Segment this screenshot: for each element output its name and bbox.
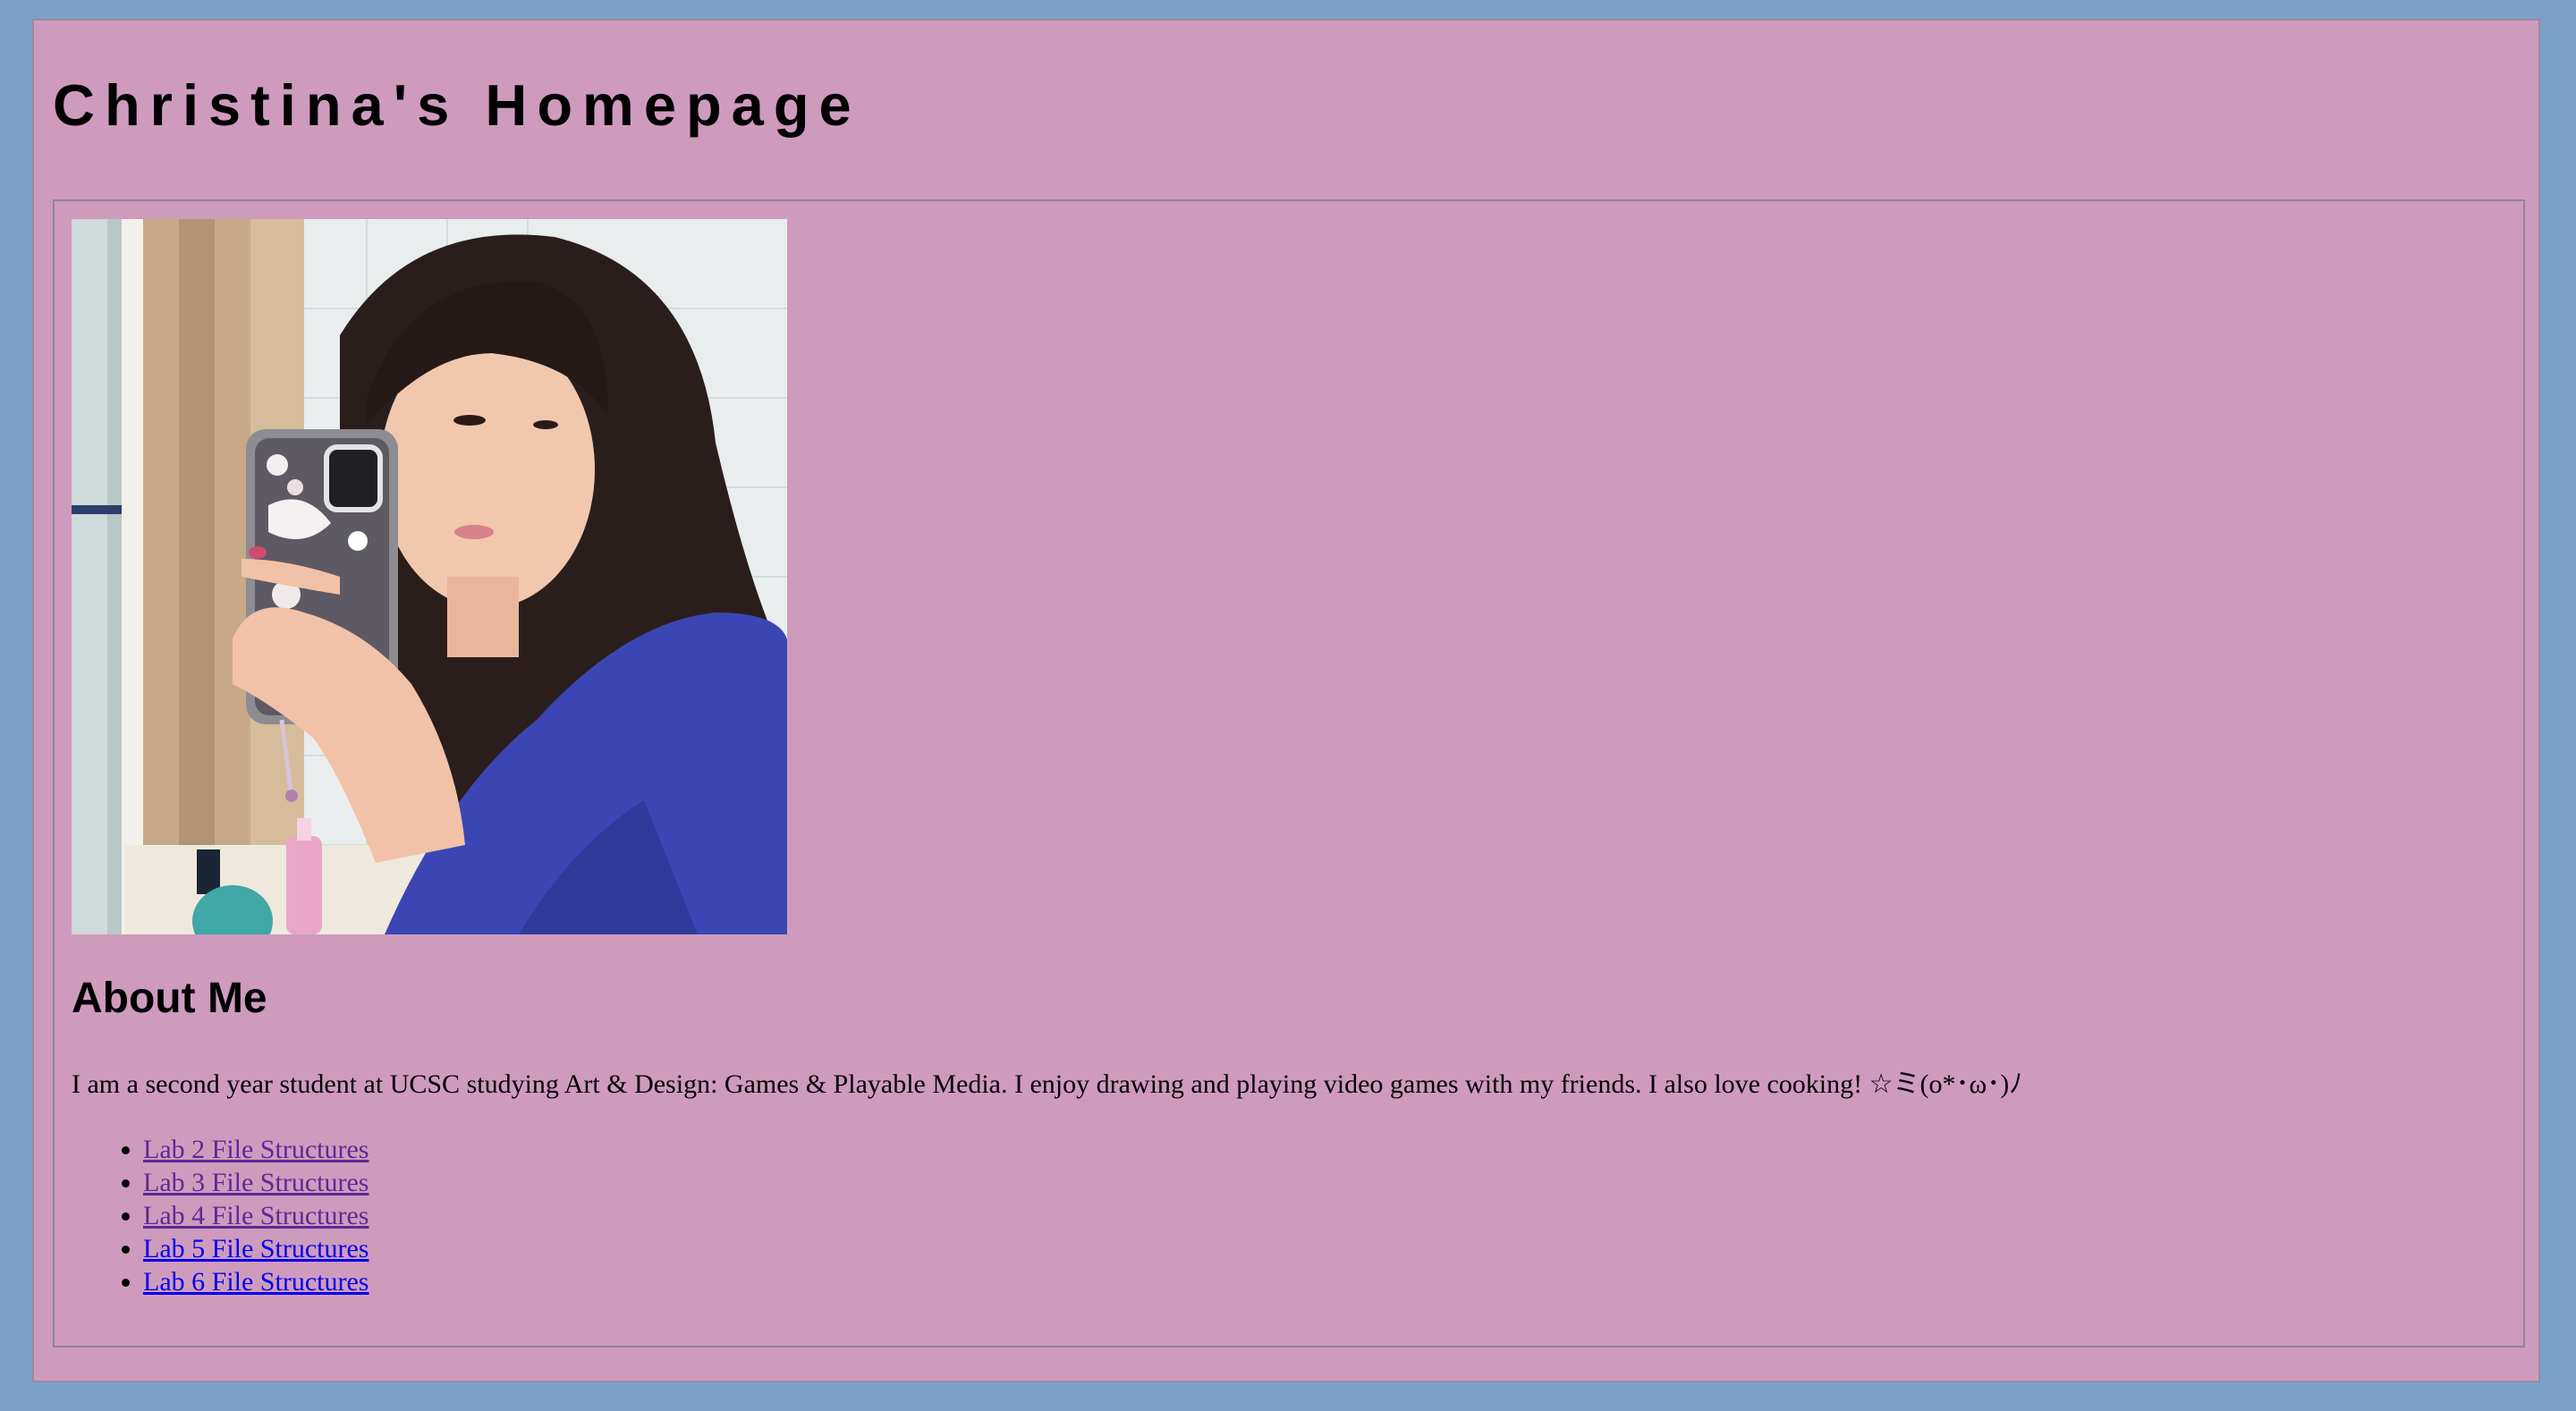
- about-heading: About Me: [72, 975, 267, 1022]
- about-text: I am a second year student at UCSC study…: [72, 1069, 2023, 1099]
- page-container: Christina's Homepage About Me I am a sec…: [32, 19, 2540, 1382]
- lab-3-link[interactable]: Lab 3 File Structures: [143, 1168, 369, 1197]
- lab-links-list: Lab 2 File Structures Lab 3 File Structu…: [72, 1133, 369, 1298]
- list-item: Lab 3 File Structures: [143, 1166, 369, 1199]
- content-box: About Me I am a second year student at U…: [53, 199, 2525, 1348]
- list-item: Lab 4 File Structures: [143, 1199, 369, 1232]
- list-item: Lab 6 File Structures: [143, 1265, 369, 1298]
- lab-2-link[interactable]: Lab 2 File Structures: [143, 1135, 369, 1164]
- lab-6-link[interactable]: Lab 6 File Structures: [143, 1267, 369, 1297]
- list-item: Lab 2 File Structures: [143, 1133, 369, 1166]
- page-title: Christina's Homepage: [53, 72, 861, 138]
- lab-4-link[interactable]: Lab 4 File Structures: [143, 1201, 369, 1230]
- profile-photo: [72, 219, 787, 934]
- list-item: Lab 5 File Structures: [143, 1232, 369, 1265]
- lab-5-link[interactable]: Lab 5 File Structures: [143, 1234, 369, 1263]
